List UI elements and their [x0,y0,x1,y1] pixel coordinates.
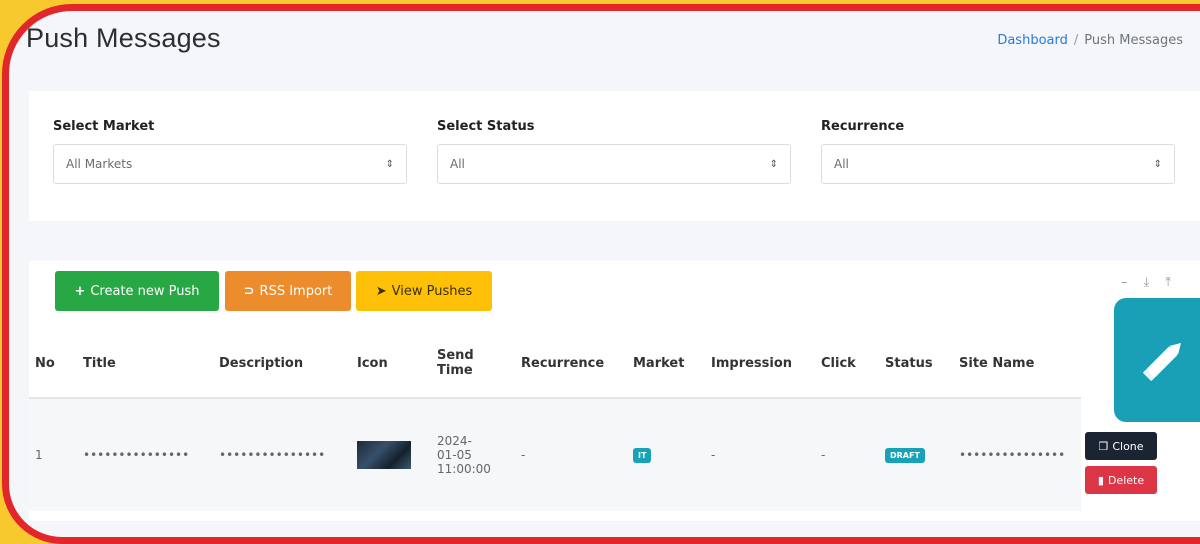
select-arrows-icon: ⇕ [385,158,394,170]
view-pushes-button[interactable]: ➤ View Pushes [356,271,492,311]
market-select[interactable]: All Markets ⇕ [53,144,407,184]
clone-label: Clone [1112,439,1144,453]
filters-panel: Select Market All Markets ⇕ Select Statu… [29,91,1200,221]
market-badge: IT [633,448,652,463]
create-push-button[interactable]: + Create new Push [55,271,219,311]
breadcrumb: Dashboard / Push Messages [997,33,1183,48]
col-description: Description [213,329,351,399]
rss-import-button[interactable]: ⊃ RSS Import [225,271,351,311]
select-arrows-icon: ⇕ [1153,158,1162,170]
plus-icon: + [74,283,86,299]
breadcrumb-separator: / [1073,33,1079,48]
clone-button[interactable]: ❐ Clone [1085,432,1157,460]
rss-icon: ⊃ [243,283,255,299]
send-time-time: 11:00:00 [437,462,491,476]
status-badge: DRAFT [885,448,925,463]
row-title: ••••••••••••••• [77,397,213,511]
push-icon-thumbnail [357,441,411,469]
recurrence-filter: Recurrence All ⇕ [821,119,1175,184]
recurrence-filter-label: Recurrence [821,119,905,134]
row-site-name: ••••••••••••••• [953,397,1081,511]
breadcrumb-dashboard-link[interactable]: Dashboard [997,33,1068,48]
row-description: ••••••••••••••• [213,397,351,511]
page-title: Push Messages [26,23,221,53]
delete-label: Delete [1107,473,1145,487]
row-status: DRAFT [879,397,953,511]
status-filter-label: Select Status [437,119,535,134]
upload-icon[interactable]: ⤒ [1165,275,1187,290]
row-icon-cell [351,397,431,511]
select-arrows-icon: ⇕ [769,158,778,170]
row-send-time: 2024- 01-05 11:00:00 [431,397,515,511]
row-click: - [815,397,879,511]
status-filter: Select Status All ⇕ [437,119,791,184]
col-title: Title [77,329,213,399]
send-time-date: 01-05 [437,448,472,462]
col-impression: Impression [705,329,815,399]
row-recurrence: - [515,397,627,511]
col-site-name: Site Name [953,329,1081,399]
view-pushes-label: View Pushes [391,283,473,299]
col-send-time: Send Time [431,329,515,399]
download-icon[interactable]: ⤓ [1144,275,1166,290]
col-status: Status [879,329,953,399]
rss-import-label: RSS Import [259,283,333,299]
recurrence-select[interactable]: All ⇕ [821,144,1175,184]
row-impression: - [705,397,815,511]
create-push-label: Create new Push [90,283,200,299]
breadcrumb-current: Push Messages [1084,33,1183,48]
trash-icon: ▮ [1097,473,1104,487]
main-panel: Push Messages Dashboard / Push Messages Se… [2,4,1200,544]
col-icon: Icon [351,329,431,399]
row-market: IT [627,397,705,511]
push-list-card: + Create new Push ⊃ RSS Import ➤ View Pushe… [29,261,1200,521]
table-header-row: No Title Description Icon Send Time Recur… [29,329,1081,399]
push-table: No Title Description Icon Send Time Recur… [29,329,1081,511]
market-select-value: All Markets [66,157,133,171]
send-time-year: 2024- [437,434,472,448]
pencil-icon [1143,343,1181,381]
edit-floating-button[interactable] [1114,298,1200,422]
col-recurrence: Recurrence [515,329,627,399]
col-click: Click [815,329,879,399]
col-market: Market [627,329,705,399]
delete-button[interactable]: ▮ Delete [1085,466,1157,494]
market-filter: Select Market All Markets ⇕ [53,119,407,184]
paper-plane-icon: ➤ [375,283,387,299]
status-select[interactable]: All ⇕ [437,144,791,184]
market-filter-label: Select Market [53,119,155,134]
collapse-icon[interactable]: – [1121,275,1144,290]
copy-icon: ❐ [1098,439,1109,453]
table-row: 1 ••••••••••••••• ••••••••••••••• 2024- … [29,397,1081,511]
recurrence-select-value: All [834,157,849,171]
status-select-value: All [450,157,465,171]
col-no: No [29,329,77,399]
row-no: 1 [29,397,77,511]
table-tools: –⤓⤒ [1121,275,1187,290]
